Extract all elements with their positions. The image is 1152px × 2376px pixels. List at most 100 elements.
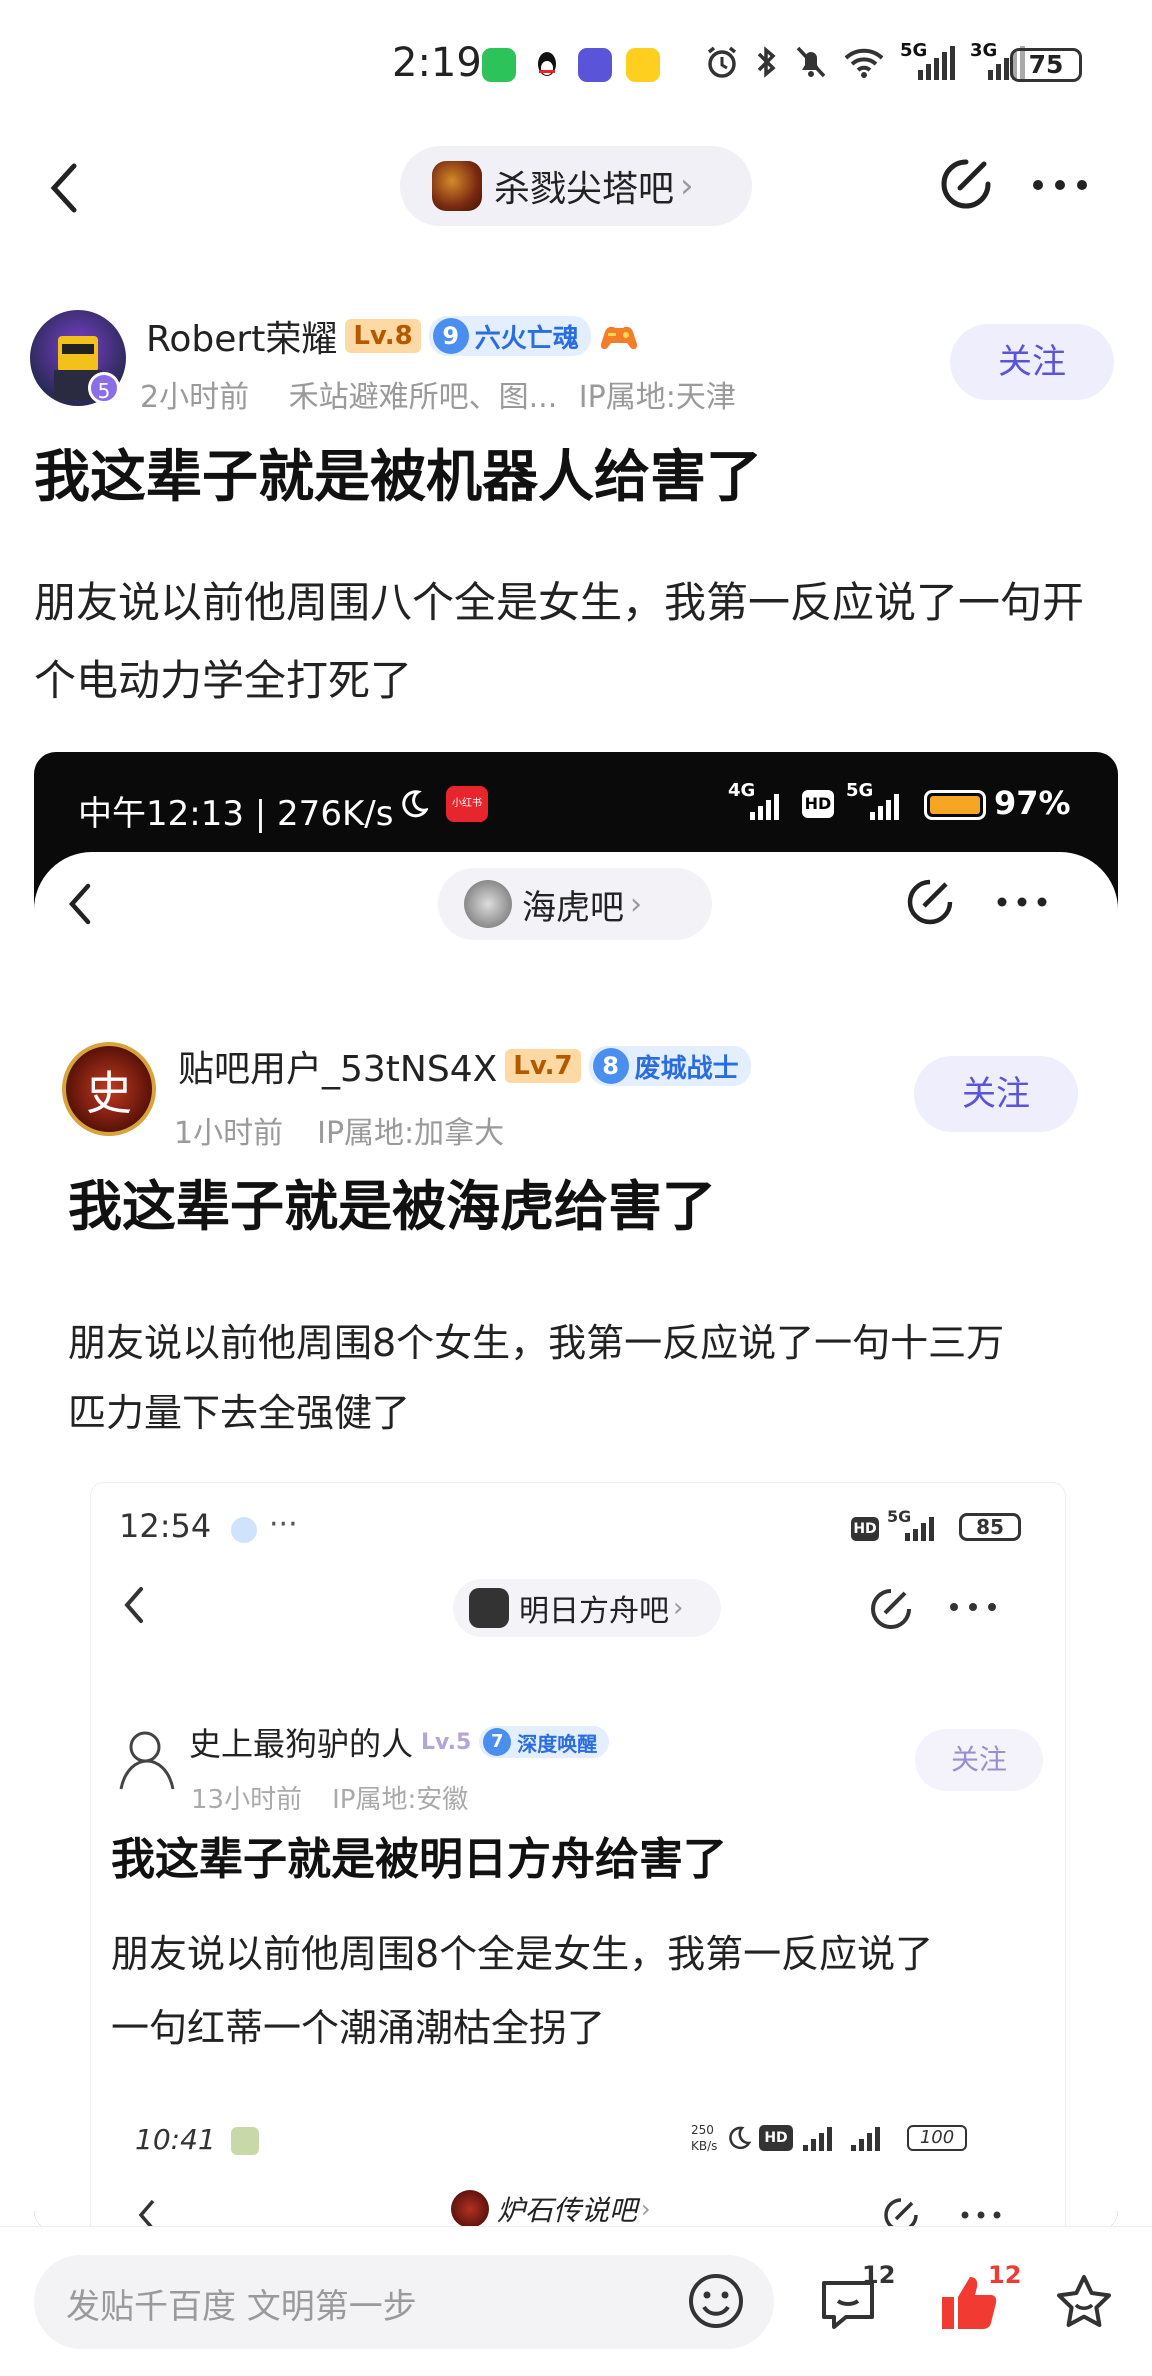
shot-meta: 1小时前 IP属地:加拿大 [174, 1108, 504, 1152]
avatar-badge: 5 [88, 372, 120, 404]
nested-body-line1: 朋友说以前他周围8个全是女生，我第一反应说了 [111, 1932, 934, 1976]
post-image[interactable]: 中午12:13 | 276K/s 小红书 4G HD 5G 97% 海虎吧 › … [34, 752, 1118, 2232]
level-badge: Lv.8 [345, 319, 421, 353]
deep-forum-name: 炉石传说吧 [497, 2194, 638, 2227]
forum-avatar [432, 161, 482, 211]
nested-app-icon [231, 1517, 257, 1543]
deep-chevron-icon: › [641, 2195, 651, 2223]
follow-button[interactable]: 关注 [950, 324, 1114, 400]
author-forums: 禾站避难所吧、图... [288, 380, 558, 415]
post-meta: 2小时前 禾站避难所吧、图... IP属地:天津 [140, 372, 736, 416]
deep-moon-icon [729, 2126, 751, 2150]
alarm-icon [707, 46, 737, 78]
nested-medal-name: 深度唤醒 [517, 1731, 598, 1756]
shot-post-title: 我这辈子就是被海虎给害了 [68, 1175, 716, 1238]
shot-medal-name: 废城战士 [634, 1053, 739, 1084]
nested-follow: 关注 [915, 1729, 1043, 1791]
shot-back-icon [68, 883, 91, 925]
shot-chevron-icon: › [630, 886, 642, 922]
shot-signal-icon [750, 790, 779, 820]
shot-medal: 8 废城战士 [588, 1046, 751, 1086]
shot-post-time: 1小时前 [174, 1116, 284, 1151]
bluetooth-icon [757, 46, 776, 78]
xiaohongshu-icon: 小红书 [446, 786, 488, 822]
shot-body-line1: 朋友说以前他周围8个女生，我第一反应说了一句十三万 [68, 1321, 1005, 1365]
nested-medal: 7 深度唤醒 [479, 1726, 610, 1758]
deep-speed-bottom: KB/s [691, 2139, 718, 2153]
nested-meta: 13小时前 IP属地:安徽 [191, 1779, 468, 1816]
nested-chevron-icon: › [673, 1593, 684, 1623]
signal-5g-icon: 5G [900, 40, 956, 80]
mute-icon [796, 46, 826, 78]
shot-forum-name: 海虎吧 [522, 887, 624, 928]
nested-forum-avatar [469, 1588, 509, 1628]
emoji-icon[interactable] [686, 2271, 746, 2331]
status-bar: 2:19 5G 3G 75 [0, 0, 1152, 130]
shot-battery-icon [924, 790, 986, 820]
moon-icon [402, 790, 428, 818]
medal-badge: 9 六火亡魂 [428, 316, 591, 356]
comment-count: 12 [862, 2261, 896, 2289]
nested-ip: IP属地:安徽 [332, 1785, 469, 1815]
shot-author-name: 贴吧用户_53tNS4X [178, 1049, 498, 1090]
nested-more-icon [950, 1603, 996, 1611]
shot-battery-text: 97% [994, 784, 1071, 822]
forum-pill[interactable]: 杀戮尖塔吧 › [400, 146, 752, 226]
wechat-icon [482, 48, 516, 82]
nested-back-icon [124, 1587, 143, 1623]
nested-author-name: 史上最狗驴的人 [189, 1725, 414, 1763]
shot-body-line2: 匹力量下去全强健了 [68, 1391, 411, 1435]
deep-hd: HD [759, 2125, 793, 2151]
shot-author-avatar: 史 [62, 1042, 156, 1136]
back-button[interactable] [44, 160, 84, 216]
edit-icon[interactable] [936, 154, 996, 214]
nested-battery: 85 [959, 1513, 1021, 1541]
nested-post-time: 13小时前 [191, 1785, 303, 1815]
gamepad-icon [600, 326, 637, 350]
shot-edit-icon [907, 879, 953, 925]
shot-forum-avatar [464, 880, 512, 928]
deep-battery: 100 [907, 2125, 967, 2151]
shot-ip: IP属地:加拿大 [317, 1116, 505, 1151]
deep-status-time: 10:41 [135, 2123, 216, 2156]
reply-input[interactable]: 发贴千百度 文明第一步 [34, 2255, 774, 2349]
shot-nested-image: 12:54 ··· HD 5G 85 明日方舟吧 › 史上最狗驴的人 Lv.5 … [90, 1482, 1066, 2232]
bottom-bar: 发贴千百度 文明第一步 12 12 [0, 2226, 1152, 2376]
shot-app-view: 海虎吧 › 史 贴吧用户_53tNS4X Lv.7 8 废城战士 1小时前 IP属地… [34, 852, 1118, 2232]
deep-speed-top: 250 [691, 2123, 714, 2137]
ip-location: IP属地:天津 [578, 380, 736, 415]
game-app-icon [626, 48, 660, 82]
shot-hd: HD [802, 790, 834, 818]
shot-status-time: 中午12:13 | 276K/s [78, 794, 394, 834]
nested-author-row: 史上最狗驴的人 Lv.5 7 深度唤醒 [189, 1719, 610, 1765]
status-time: 2:19 [392, 40, 482, 86]
author-name[interactable]: Robert荣耀 [146, 310, 337, 362]
nested-forum-pill: 明日方舟吧 › [453, 1579, 721, 1637]
forum-name: 杀戮尖塔吧 [494, 169, 675, 210]
deep-more-icon [961, 2211, 1001, 2219]
author-row: Robert荣耀 Lv.8 9 六火亡魂 [146, 310, 639, 362]
nested-status-time: 12:54 [119, 1507, 212, 1545]
deep-app-icon [231, 2127, 259, 2155]
qq-icon [530, 48, 564, 82]
shot-forum-pill: 海虎吧 › [438, 868, 712, 940]
post-title: 我这辈子就是被机器人给害了 [34, 445, 762, 510]
nested-level: Lv.5 [421, 1729, 472, 1755]
favorite-star-icon[interactable] [1052, 2271, 1116, 2333]
nested-edit-icon [871, 1589, 911, 1629]
status-icons: 5G 3G [704, 40, 1026, 80]
post-time: 2小时前 [140, 380, 250, 415]
wifi-icon [844, 48, 884, 78]
medal-number: 9 [432, 318, 469, 354]
like-count: 12 [988, 2261, 1022, 2289]
nested-medal-num: 7 [483, 1728, 512, 1756]
more-icon[interactable] [1030, 170, 1090, 200]
nested-author-avatar [119, 1731, 175, 1790]
battery-indicator: 75 [1010, 48, 1082, 82]
shot-author-row: 贴吧用户_53tNS4X Lv.7 8 废城战士 [178, 1040, 751, 1092]
deep-forum-avatar [451, 2190, 489, 2228]
deep-signal2-icon [851, 2127, 880, 2151]
nested-forum-name: 明日方舟吧 [519, 1594, 669, 1629]
deep-forum-pill: 炉石传说吧 › [451, 2189, 651, 2229]
shot-follow-button: 关注 [914, 1056, 1078, 1132]
